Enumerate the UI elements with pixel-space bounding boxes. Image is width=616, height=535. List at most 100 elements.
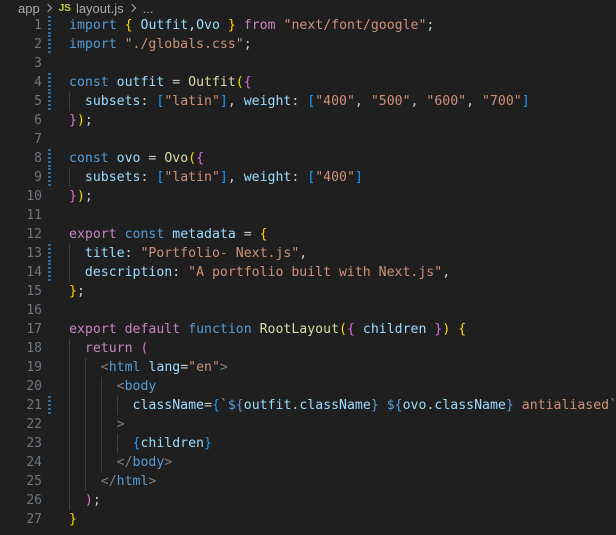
chevron-right-icon	[127, 3, 136, 13]
code-token: const	[124, 227, 165, 242]
code-editor[interactable]: app JS layout.js ... 1 import { Outfit,Ov…	[0, 0, 616, 535]
indent-guide	[84, 358, 86, 377]
code-token: )	[76, 113, 85, 128]
code-line[interactable]: 2 import "./globals.css";	[0, 35, 616, 54]
code-text: subsets: ["latin"], weight: ["400", "500…	[42, 92, 530, 111]
code-token: :	[140, 170, 157, 185]
code-token: {	[243, 75, 252, 90]
code-line[interactable]: 9 subsets: ["latin"], weight: ["400"]	[0, 168, 616, 187]
breadcrumb-file[interactable]: layout.js	[76, 1, 124, 16]
code-line[interactable]: 27}	[0, 510, 616, 529]
code-token: =	[235, 227, 260, 242]
code-token: "400"	[315, 94, 355, 109]
code-token: ,	[466, 94, 482, 109]
code-token: (	[339, 322, 347, 337]
code-line[interactable]: 24 </body>	[0, 453, 616, 472]
code-text: return (	[42, 339, 148, 358]
code-line[interactable]: 4 const outfit = Outfit({	[0, 73, 616, 92]
code-line[interactable]: 16	[0, 301, 616, 320]
code-line[interactable]: 26 );	[0, 491, 616, 510]
indent-guide	[100, 453, 102, 472]
indent-guide	[100, 415, 102, 434]
code-line[interactable]: 22 >	[0, 415, 616, 434]
code-line[interactable]: 13 title: "Portfolio- Next.js",	[0, 244, 616, 263]
line-number: 24	[26, 455, 42, 470]
code-line[interactable]: 21 className={`${outfit.className} ${ovo…	[0, 396, 616, 415]
code-token: <	[116, 379, 125, 394]
indent-guide	[84, 453, 86, 472]
indent-guide	[69, 453, 70, 472]
code-token: >	[148, 474, 157, 489]
code-token: }	[505, 398, 514, 413]
code-line[interactable]: 11	[0, 206, 616, 225]
code-token: default	[124, 322, 181, 337]
code-token: "400"	[315, 170, 355, 185]
code-token: html	[116, 474, 149, 489]
code-text: }	[42, 510, 77, 529]
breadcrumb-more[interactable]: ...	[143, 1, 154, 16]
line-number: 27	[26, 512, 42, 527]
code-line[interactable]: 20 <body	[0, 377, 616, 396]
code-token: {	[458, 322, 467, 337]
code-text: export default function RootLayout({ chi…	[42, 320, 466, 339]
code-token: outfit	[243, 398, 292, 413]
code-line[interactable]: 6});	[0, 111, 616, 130]
code-line[interactable]: 8 const ovo = Ovo({	[0, 149, 616, 168]
code-line[interactable]: 25 </html>	[0, 472, 616, 491]
code-line[interactable]: 10});	[0, 187, 616, 206]
code-text: });	[42, 111, 93, 130]
code-area[interactable]: 1 import { Outfit,Ovo } from "next/font/g…	[0, 16, 616, 529]
code-token: "A portfolio built with Next.js"	[188, 265, 443, 280]
code-token: }	[69, 284, 77, 299]
code-token: `	[219, 398, 228, 413]
code-line[interactable]: 23 {children}	[0, 434, 616, 453]
line-number: 13	[26, 246, 42, 261]
code-line[interactable]: 5 subsets: ["latin"], weight: ["400", "5…	[0, 92, 616, 111]
code-line[interactable]: 15};	[0, 282, 616, 301]
code-line[interactable]: 18 return (	[0, 339, 616, 358]
code-token: <	[100, 360, 109, 375]
code-text: const ovo = Ovo({	[42, 149, 204, 168]
code-line[interactable]: 12 export const metadata = {	[0, 225, 616, 244]
code-token: className	[299, 398, 371, 413]
code-token: Outfit	[188, 75, 236, 90]
indent-guide	[84, 415, 86, 434]
code-line[interactable]: 3	[0, 54, 616, 73]
code-token: </	[116, 455, 133, 470]
line-number: 21	[26, 398, 42, 413]
code-token: lang	[148, 360, 181, 375]
code-token: =	[140, 151, 165, 166]
code-text: };	[42, 282, 85, 301]
line-number: 2	[34, 37, 42, 52]
code-token: antialiased`	[513, 398, 616, 413]
code-text: className={`${outfit.className} ${ovo.cl…	[42, 396, 616, 415]
line-number: 17	[26, 322, 42, 337]
indent-guide	[69, 415, 70, 434]
indent-guide	[84, 472, 86, 491]
code-token: :	[291, 94, 308, 109]
code-text: subsets: ["latin"], weight: ["400"]	[42, 168, 363, 187]
code-token: ,	[188, 18, 197, 33]
line-number: 8	[34, 151, 42, 166]
code-token: outfit	[116, 75, 165, 90]
code-line[interactable]: 19 <html lang="en">	[0, 358, 616, 377]
line-number: 6	[34, 113, 42, 128]
code-line[interactable]: 1 import { Outfit,Ovo } from "next/font/g…	[0, 16, 616, 35]
code-line[interactable]: 14 description: "A portfolio built with …	[0, 263, 616, 282]
breadcrumb-folder[interactable]: app	[18, 1, 40, 16]
code-token: }	[69, 512, 77, 527]
code-line[interactable]: 7	[0, 130, 616, 149]
code-token: ;	[84, 189, 93, 204]
indent-guide	[69, 377, 70, 396]
code-token: (	[188, 151, 197, 166]
code-token: ;	[92, 493, 101, 508]
code-line[interactable]: 17 export default function RootLayout({ c…	[0, 320, 616, 339]
